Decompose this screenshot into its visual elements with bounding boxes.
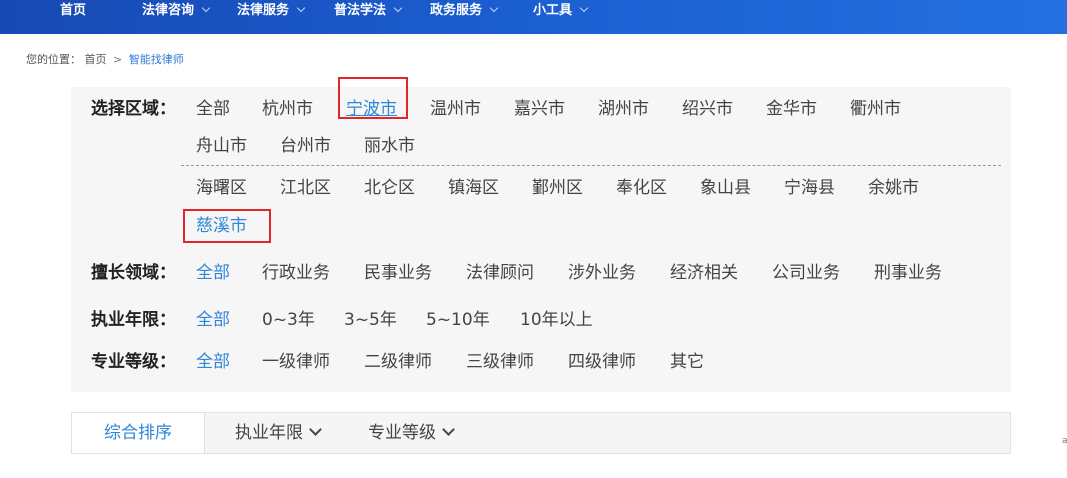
level-filter-label: 专业等级： (91, 352, 176, 372)
chevron-down-icon (489, 3, 499, 13)
district-option-cixi[interactable]: 慈溪市 (196, 214, 247, 238)
breadcrumb: 您的位置： 首页 > 智能找律师 (26, 52, 184, 68)
district-option-yuyao[interactable]: 余姚市 (868, 176, 919, 200)
years-option-5-10[interactable]: 5~10年 (426, 308, 490, 332)
years-option-all[interactable]: 全部 (196, 308, 230, 332)
region-option-ningbo[interactable]: 宁波市 (346, 97, 397, 121)
breadcrumb-prefix: 您的位置： (26, 53, 81, 66)
region-filter-label: 选择区域： (91, 99, 176, 119)
district-option-haishu[interactable]: 海曙区 (196, 176, 247, 200)
filter-panel: 选择区域： 全部 杭州市 宁波市 温州市 嘉兴市 湖州市 绍兴市 金华市 衢州市… (71, 77, 1011, 392)
nav-item-legal-consult[interactable]: 法律咨询 (142, 0, 211, 22)
breadcrumb-separator: > (113, 53, 123, 66)
level-option-other[interactable]: 其它 (670, 350, 704, 374)
chevron-down-icon (309, 423, 322, 436)
region-option-taizhou[interactable]: 台州市 (280, 134, 331, 158)
region-option-wenzhou[interactable]: 温州市 (430, 97, 481, 121)
sort-tab-level[interactable]: 专业等级 (368, 413, 455, 453)
sort-tab-label: 专业等级 (368, 423, 436, 443)
expertise-option-economic[interactable]: 经济相关 (670, 261, 738, 285)
nav-item-home[interactable]: 首页 (60, 0, 86, 22)
region-option-lishui[interactable]: 丽水市 (364, 134, 415, 158)
sort-tab-label: 执业年限 (235, 423, 303, 443)
expertise-option-corporate[interactable]: 公司业务 (772, 261, 840, 285)
expertise-option-foreign[interactable]: 涉外业务 (568, 261, 636, 285)
district-option-xiangshan[interactable]: 象山县 (700, 176, 751, 200)
nav-item-label: 法律服务 (237, 3, 290, 18)
region-option-huzhou[interactable]: 湖州市 (598, 97, 649, 121)
years-filter-label: 执业年限： (91, 310, 176, 330)
district-option-beilun[interactable]: 北仑区 (364, 176, 415, 200)
breadcrumb-home-link[interactable]: 首页 (85, 53, 107, 66)
expertise-option-civil[interactable]: 民事业务 (364, 261, 432, 285)
sort-tab-label: 综合排序 (104, 423, 172, 443)
region-option-quzhou[interactable]: 衢州市 (850, 97, 901, 121)
expertise-option-criminal[interactable]: 刑事业务 (874, 261, 942, 285)
sort-tab-comprehensive[interactable]: 综合排序 (72, 413, 205, 453)
years-option-0-3[interactable]: 0~3年 (262, 308, 315, 332)
nav-item-label: 首页 (60, 3, 87, 18)
expertise-option-all[interactable]: 全部 (196, 261, 230, 285)
sort-bar: 综合排序 执业年限 专业等级 (71, 412, 1011, 454)
chevron-down-icon (296, 3, 306, 13)
nav-item-label: 普法学法 (334, 3, 387, 18)
years-option-10-plus[interactable]: 10年以上 (520, 308, 593, 332)
nav-item-tools[interactable]: 小工具 (533, 0, 589, 22)
district-option-zhenhai[interactable]: 镇海区 (448, 176, 499, 200)
breadcrumb-current[interactable]: 智能找律师 (129, 53, 184, 66)
edge-mark: a (1062, 436, 1067, 446)
nav-item-label: 政务服务 (430, 3, 483, 18)
chevron-down-icon (442, 423, 455, 436)
chevron-down-icon (393, 3, 403, 13)
nav-item-label: 小工具 (533, 3, 573, 18)
region-option-zhoushan[interactable]: 舟山市 (196, 134, 247, 158)
nav-item-label: 法律咨询 (142, 3, 195, 18)
district-option-yinzhou[interactable]: 鄞州区 (532, 176, 583, 200)
level-option-fourth[interactable]: 四级律师 (568, 350, 636, 374)
nav-item-law-education[interactable]: 普法学法 (334, 0, 403, 22)
sort-tab-years[interactable]: 执业年限 (235, 413, 322, 453)
district-option-ninghai[interactable]: 宁海县 (784, 176, 835, 200)
region-divider (181, 165, 1001, 166)
region-option-jinhua[interactable]: 金华市 (766, 97, 817, 121)
expertise-filter-label: 擅长领域： (91, 263, 176, 283)
nav-item-legal-service[interactable]: 法律服务 (237, 0, 306, 22)
expertise-option-administrative[interactable]: 行政业务 (262, 261, 330, 285)
region-option-jiaxing[interactable]: 嘉兴市 (514, 97, 565, 121)
level-option-all[interactable]: 全部 (196, 350, 230, 374)
expertise-option-legal-advisor[interactable]: 法律顾问 (466, 261, 534, 285)
region-option-all[interactable]: 全部 (196, 97, 230, 121)
top-nav-bar: 首页 法律咨询 法律服务 普法学法 政务服务 小工具 (0, 0, 1067, 34)
region-option-hangzhou[interactable]: 杭州市 (262, 97, 313, 121)
chevron-down-icon (201, 3, 211, 13)
nav-item-gov-service[interactable]: 政务服务 (430, 0, 499, 22)
district-option-jiangbei[interactable]: 江北区 (280, 176, 331, 200)
level-option-first[interactable]: 一级律师 (262, 350, 330, 374)
level-option-third[interactable]: 三级律师 (466, 350, 534, 374)
years-option-3-5[interactable]: 3~5年 (344, 308, 397, 332)
region-option-shaoxing[interactable]: 绍兴市 (682, 97, 733, 121)
level-option-second[interactable]: 二级律师 (364, 350, 432, 374)
chevron-down-icon (579, 3, 589, 13)
district-option-fenghua[interactable]: 奉化区 (616, 176, 667, 200)
